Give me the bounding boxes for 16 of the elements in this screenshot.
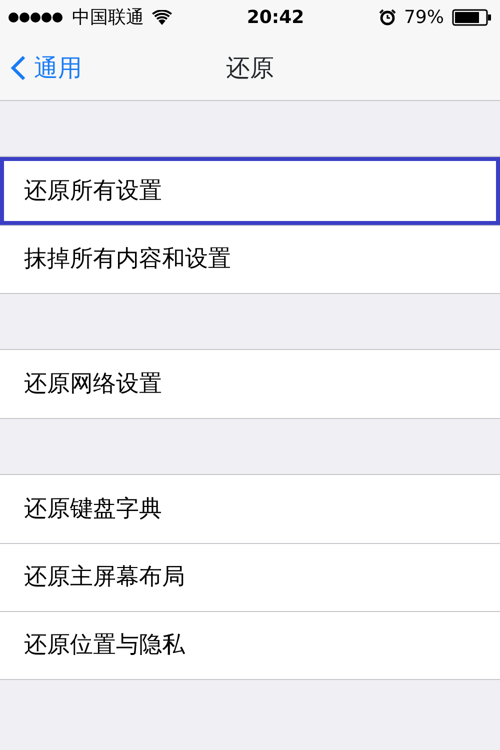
settings-row[interactable]: 还原网络设置 bbox=[0, 350, 500, 418]
battery-percent: 79% bbox=[404, 6, 444, 30]
alarm-icon bbox=[378, 9, 396, 26]
clock-time: 20:42 bbox=[246, 6, 304, 30]
settings-row[interactable]: 还原所有设置 bbox=[0, 157, 500, 225]
settings-row[interactable]: 还原键盘字典 bbox=[0, 475, 500, 543]
signal-icon bbox=[8, 12, 64, 23]
carrier-name: 中国联通 bbox=[72, 6, 144, 30]
page-title: 还原 bbox=[226, 52, 274, 84]
back-chevron-icon bbox=[10, 54, 26, 80]
back-button[interactable]: 通用 bbox=[0, 50, 82, 86]
battery-icon bbox=[452, 9, 492, 26]
settings-row[interactable]: 抹掉所有内容和设置 bbox=[0, 225, 500, 293]
settings-row[interactable]: 还原主屏幕布局 bbox=[0, 543, 500, 611]
settings-row[interactable]: 还原位置与隐私 bbox=[0, 611, 500, 679]
wifi-icon bbox=[152, 10, 172, 25]
